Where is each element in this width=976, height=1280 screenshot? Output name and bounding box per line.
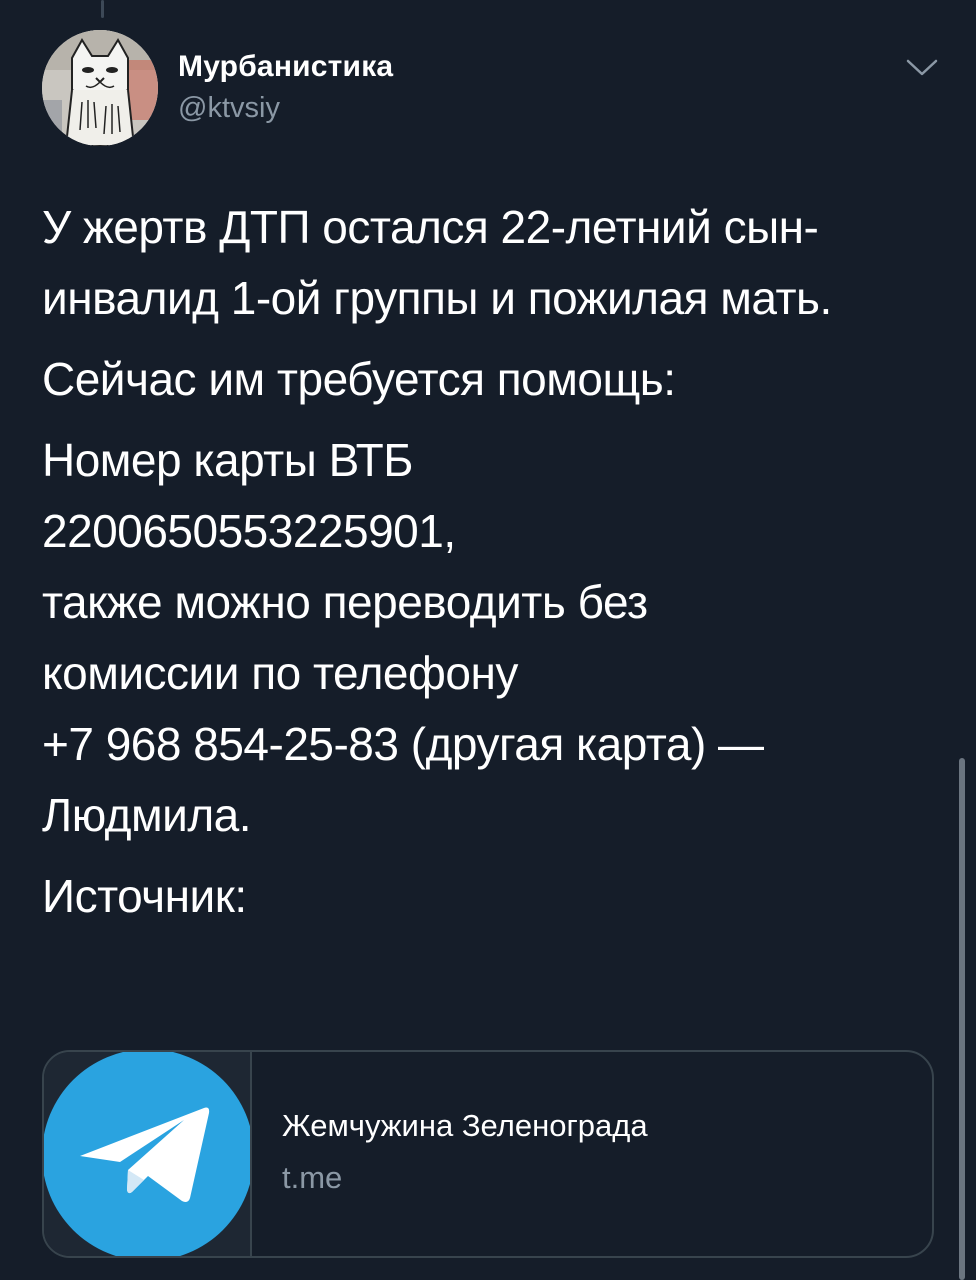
link-preview-card[interactable]: Жемчужина Зеленограда t.me (42, 1050, 934, 1258)
card-thumbnail (44, 1052, 254, 1256)
tweet-line: инвалид 1-ой группы и пожилая мать. (42, 272, 832, 324)
tweet-paragraph: Сейчас им требуется помощь: (42, 344, 952, 415)
card-domain: t.me (282, 1160, 343, 1195)
chevron-down-icon[interactable] (904, 56, 940, 78)
tweet-line: Сейчас им требуется помощь: (42, 353, 676, 405)
tweet-line: также можно переводить без (42, 576, 648, 628)
tweet-line: комиссии по телефону (42, 647, 518, 699)
tweet-line: Номер карты ВТБ (42, 434, 413, 486)
avatar[interactable] (42, 30, 158, 146)
telegram-icon (44, 1052, 254, 1256)
tweet-text: У жертв ДТП остался 22-летний сын- инвал… (42, 192, 952, 932)
tweet-line: Источник: (42, 870, 247, 922)
scrollbar[interactable] (959, 758, 965, 1280)
tweet-line: У жертв ДТП остался 22-летний сын- (42, 201, 819, 253)
tweet-line: Людмила. (42, 789, 252, 841)
tweet-paragraph: У жертв ДТП остался 22-летний сын- инвал… (42, 192, 952, 334)
tweet-line: +7 968 854-25-83 (другая карта) — (42, 718, 764, 770)
avatar-image (42, 30, 158, 146)
author-handle[interactable]: @ktvsiy (178, 92, 280, 125)
tweet-line: 2200650553225901, (42, 505, 456, 557)
thread-connector-line (101, 0, 104, 18)
card-title: Жемчужина Зеленограда (282, 1108, 648, 1143)
tweet-paragraph: Источник: (42, 861, 952, 932)
author-name[interactable]: Мурбанистика (178, 50, 393, 84)
tweet-paragraph: Номер карты ВТБ 2200650553225901, также … (42, 425, 952, 851)
